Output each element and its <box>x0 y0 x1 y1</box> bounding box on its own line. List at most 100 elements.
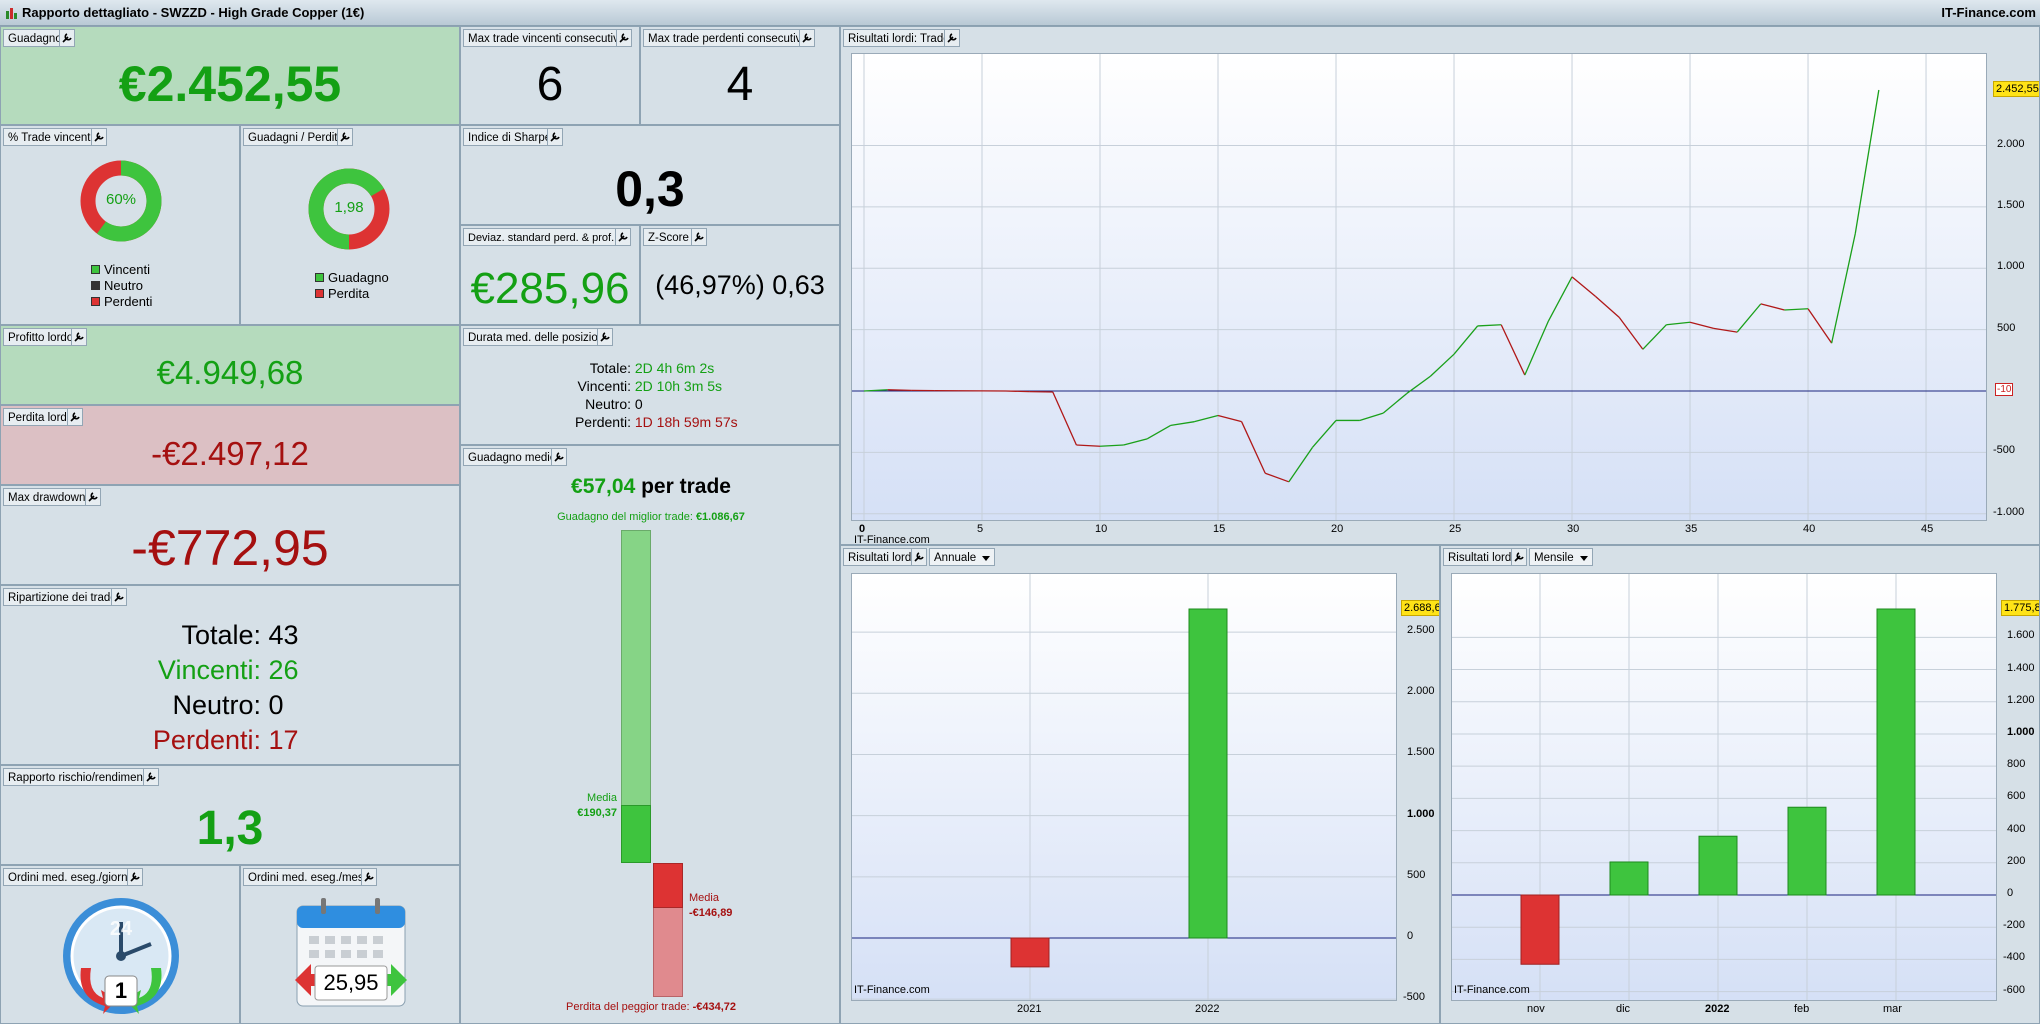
wrench-icon[interactable] <box>597 328 613 346</box>
line-segment <box>1760 303 1785 311</box>
bar <box>1698 835 1738 896</box>
panel-label: Risultati lordi <box>1443 548 1519 566</box>
panel-max-drawdown: Max drawdown -€772,95 <box>0 485 460 585</box>
panel-perdita-lorda: Perdita lorda -€2.497,12 <box>0 405 460 485</box>
panel-label: Deviaz. standard perd. & prof. <box>463 228 620 246</box>
wrench-icon[interactable] <box>911 548 927 566</box>
panel-label: Ripartizione dei trade <box>3 588 122 606</box>
legend-swatch-red <box>91 297 100 306</box>
x-tick-label: nov <box>1527 1003 1545 1015</box>
wrench-icon[interactable] <box>547 128 563 146</box>
watermark: IT-Finance.com <box>854 534 930 545</box>
wrench-icon[interactable] <box>337 128 353 146</box>
panel-label: Max trade vincenti consecutivi <box>463 29 627 47</box>
durata-row-neutro: Neutro: 0 <box>585 396 643 412</box>
wrench-icon[interactable] <box>1511 548 1527 566</box>
y-tick-label: 200 <box>2007 854 2026 867</box>
panel-label: % Trade vincenti <box>3 128 99 146</box>
y-tick-label: 600 <box>2007 790 2026 803</box>
y-tick-label: 400 <box>2007 822 2026 835</box>
y-tick-label: 1.500 <box>1997 198 2025 211</box>
ripartizione-row-vincenti: Vincenti: 26 <box>157 655 299 685</box>
wrench-icon[interactable] <box>551 448 567 466</box>
panel-guadagno-medio: Guadagno medio €57,04 per trade Guadagno… <box>460 445 840 1024</box>
wrench-icon[interactable] <box>691 228 707 246</box>
y-tick-label: 800 <box>2007 758 2026 771</box>
best-trade-line: Guadagno del miglior trade: €1.086,67 <box>557 511 745 523</box>
line-segment <box>1311 420 1337 448</box>
y-tick-label: -600 <box>2003 983 2026 996</box>
bar <box>1787 806 1827 896</box>
panel-ripartizione: Ripartizione dei trade Totale: 43 Vincen… <box>0 585 460 765</box>
line-segment <box>1052 391 1078 446</box>
wrench-icon[interactable] <box>59 29 75 47</box>
y-tick-label: -500 <box>1993 444 2016 457</box>
max-loss-streak-value: 4 <box>726 58 754 111</box>
annual-chart-svg <box>852 574 1396 1000</box>
line-segment <box>1076 444 1101 447</box>
annual-chart-area[interactable]: IT-Finance.com <box>851 573 1397 1001</box>
wrench-icon[interactable] <box>85 488 101 506</box>
x-tick-label: 5 <box>977 523 984 535</box>
wrench-icon[interactable] <box>143 768 159 786</box>
legend-swatch-red <box>315 289 324 298</box>
line-segment <box>1170 421 1195 427</box>
y-tick-label: 2.500 <box>1407 624 1435 637</box>
bar <box>1188 608 1228 939</box>
wrench-icon[interactable] <box>111 588 127 606</box>
chevron-down-icon <box>1579 556 1588 561</box>
wrench-icon[interactable] <box>127 868 143 886</box>
panel-rischio: Rapporto rischio/rendimento 1,3 <box>0 765 460 865</box>
panel-label: Z-Score <box>643 228 694 246</box>
y-tick-label: 500 <box>1997 321 2016 334</box>
panel-gain-loss: Guadagni / Perdite 1,98 Guadagno Perdita <box>240 125 460 325</box>
durata-row-perdenti: Perdenti: 1D 18h 59m 57s <box>574 414 738 430</box>
app-logo-icon <box>6 8 17 19</box>
line-segment <box>1123 438 1148 446</box>
period-dropdown-annual[interactable]: Annuale <box>929 548 996 566</box>
y-tick-label: 1.600 <box>2007 629 2035 642</box>
wrench-icon[interactable] <box>799 29 815 47</box>
wrench-icon[interactable] <box>71 328 87 346</box>
wrench-icon[interactable] <box>91 128 107 146</box>
bar <box>1010 937 1050 968</box>
x-tick-label: mar <box>1883 1003 1902 1015</box>
wrench-icon[interactable] <box>67 408 83 426</box>
panel-guadagno: Guadagno €2.452,55 <box>0 26 460 125</box>
period-dropdown-monthly[interactable]: Mensile <box>1529 548 1593 566</box>
line-segment <box>1217 414 1242 423</box>
line-segment <box>1500 324 1526 376</box>
panel-label: Guadagni / Perdite <box>243 128 349 146</box>
worst-trade-line: Perdita del peggior trade: -€434,72 <box>565 1001 737 1013</box>
y-tick-label: 1.000 <box>2007 725 2035 738</box>
panel-durata: Durata med. delle posizioni Totale: 2D 4… <box>460 325 840 445</box>
zscore-value: (46,97%) 0,63 <box>655 270 825 300</box>
panel-label: Guadagno medio <box>463 448 562 466</box>
wrench-icon[interactable] <box>944 29 960 47</box>
trade-chart-area[interactable]: IT-Finance.com <box>851 53 1987 544</box>
ripartizione-row-totale: Totale: 43 <box>181 620 299 650</box>
perdita-lorda-value: -€2.497,12 <box>151 435 309 472</box>
ripartizione-row-neutro: Neutro: 0 <box>172 690 284 720</box>
watermark: IT-Finance.com <box>1454 984 1530 996</box>
guadagno-value: €2.452,55 <box>118 56 342 112</box>
wrench-icon[interactable] <box>616 29 632 47</box>
wrench-icon[interactable] <box>361 868 377 886</box>
line-segment <box>1830 233 1856 344</box>
line-segment <box>887 389 912 392</box>
calendar-icon <box>295 898 407 1007</box>
line-segment <box>1807 308 1833 344</box>
avg-win-bar <box>621 804 651 863</box>
monthly-chart-area[interactable]: IT-Finance.com <box>1451 573 1997 1001</box>
legend-item-vincenti: Vincenti <box>91 262 150 278</box>
wrench-icon[interactable] <box>615 228 631 246</box>
monthly-chart-svg <box>1452 574 1996 1000</box>
panel-sharpe: Indice di Sharpe 0,3 <box>460 125 840 225</box>
legend-item-neutro: Neutro <box>91 278 143 294</box>
y-tick-label: -400 <box>2003 951 2026 964</box>
last-value-flag: 2.452,55 <box>1993 81 2039 97</box>
max-value-flag: 1.775,83 <box>2001 600 2039 616</box>
panel-monthly-chart: Risultati lordi Mensile IT-Finance.com n… <box>1440 545 2040 1024</box>
panel-trade-chart: Risultati lordi: Trade IT-Finance.com 0 5… <box>840 26 2040 545</box>
line-segment <box>1241 421 1266 474</box>
